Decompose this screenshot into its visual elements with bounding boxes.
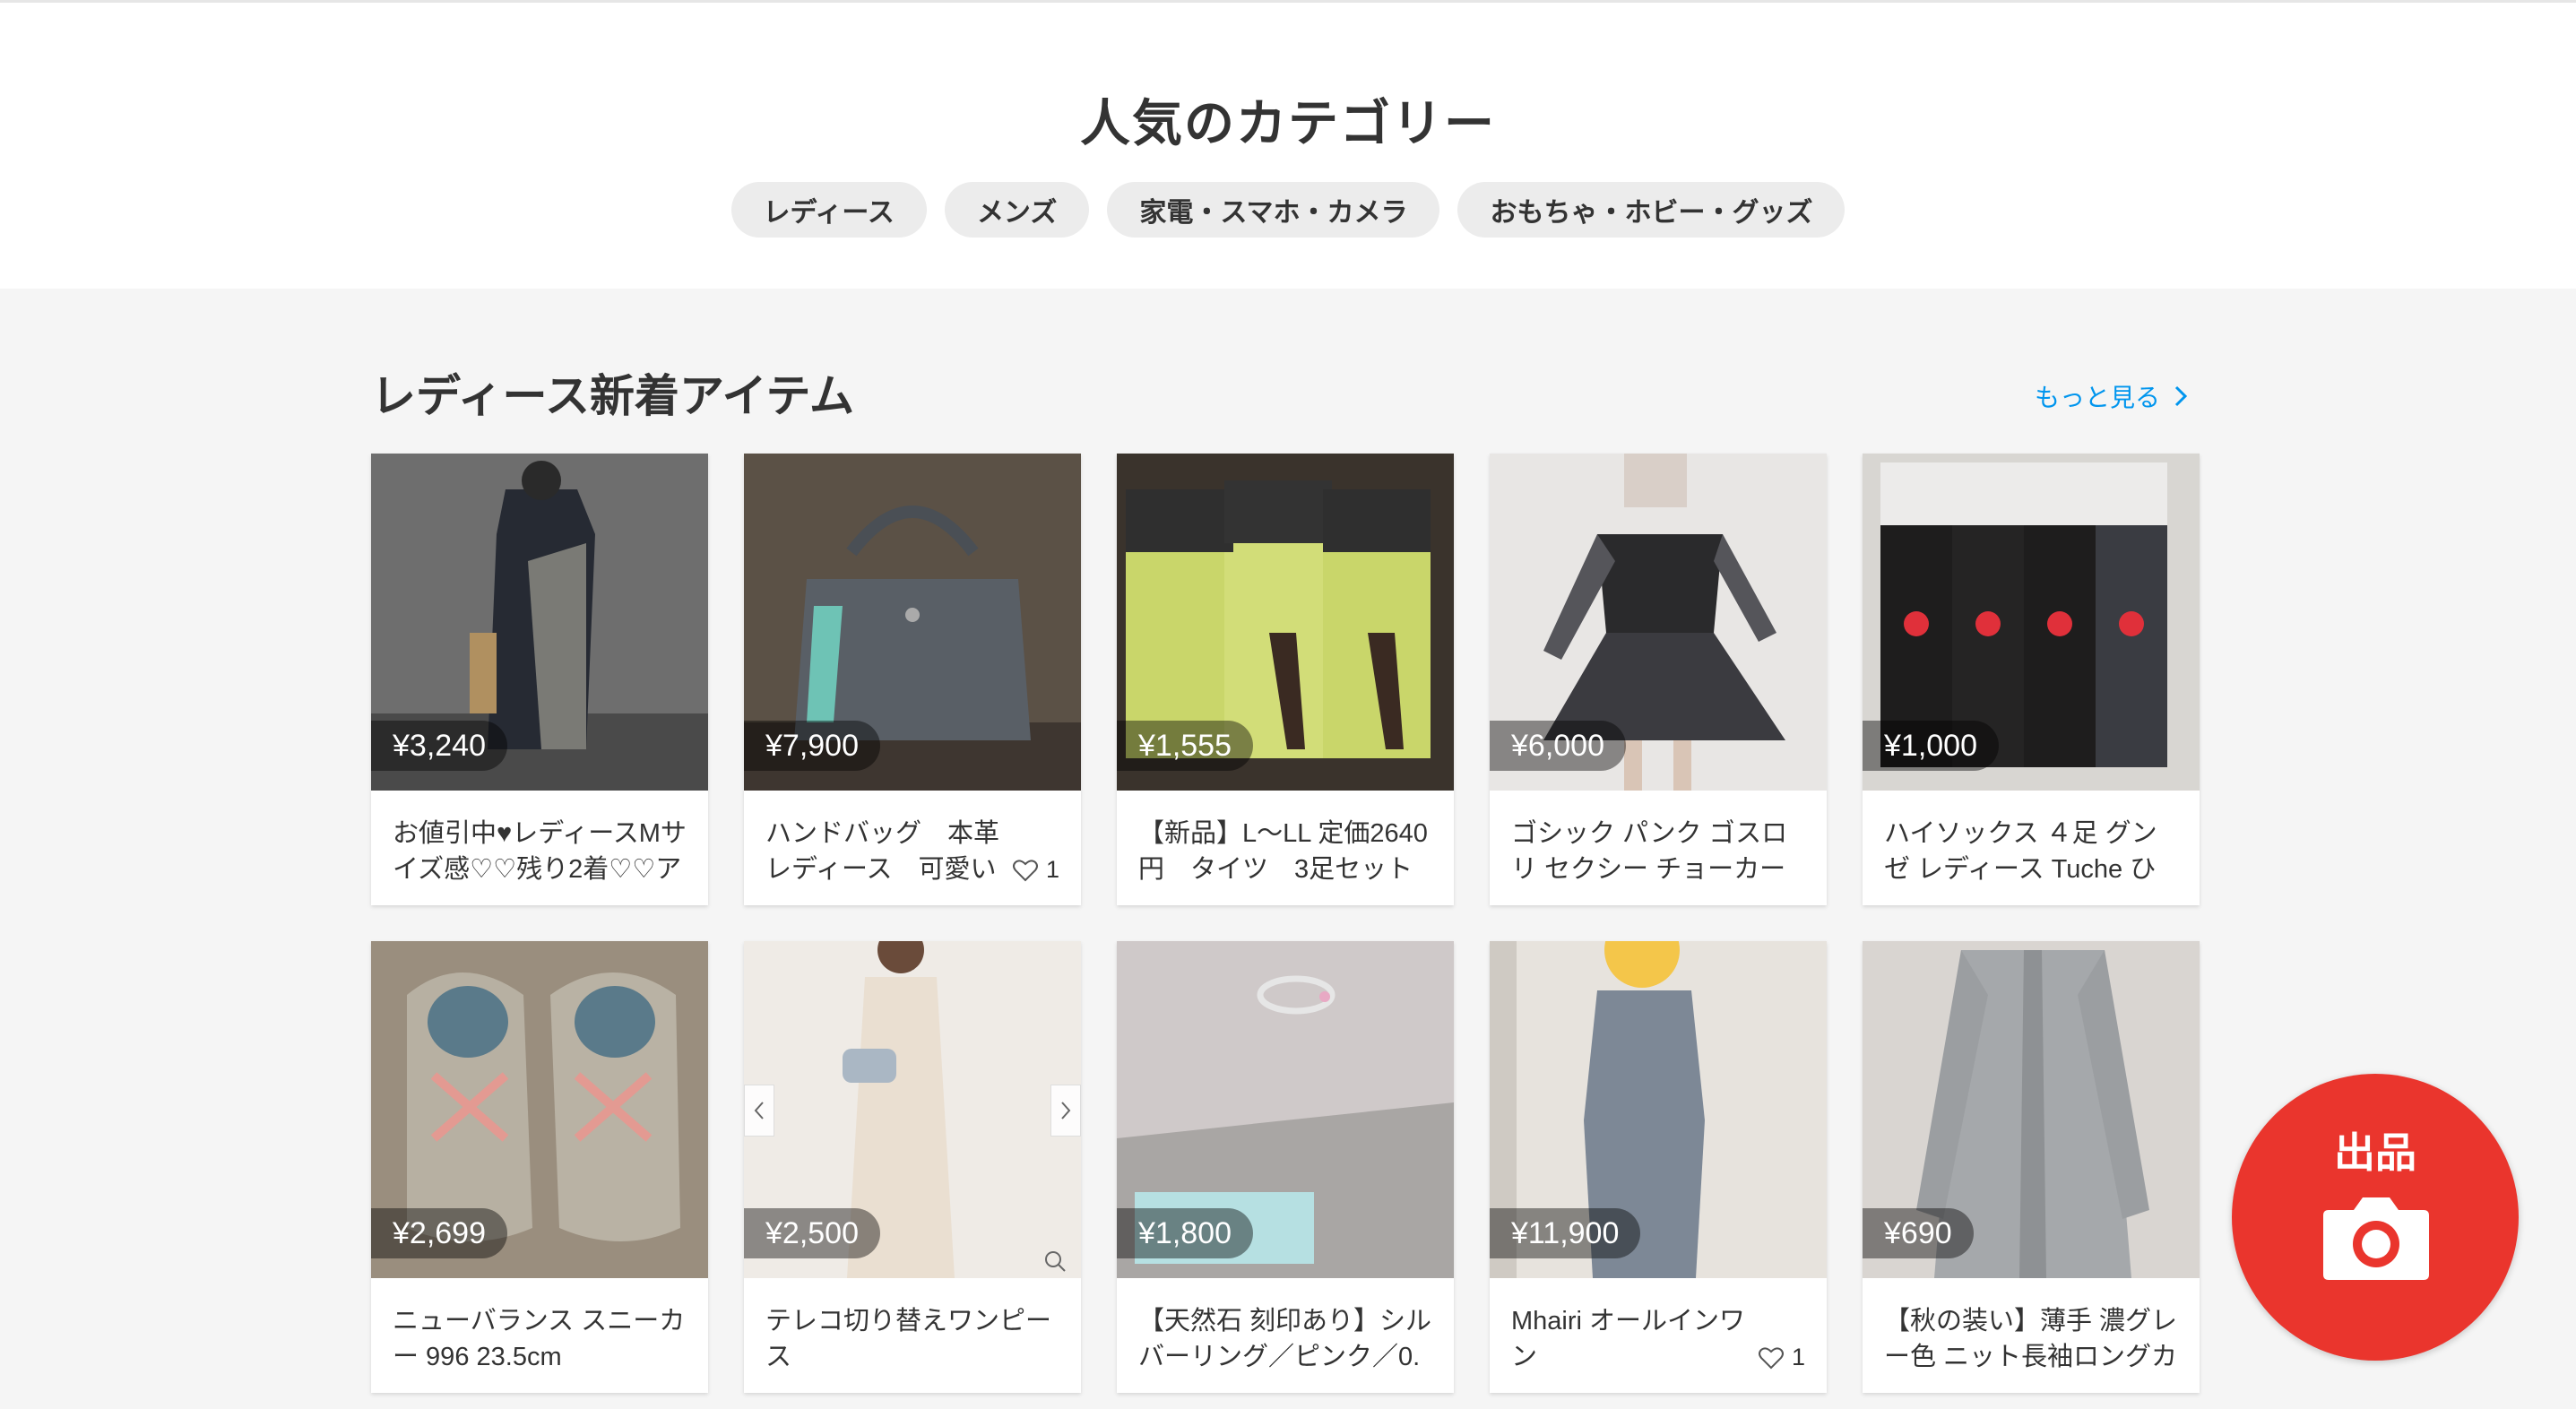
item-card[interactable]: ¥2,699 ニューバランス スニーカー 996 23.5cm [371, 941, 708, 1393]
category-chips: レディース メンズ 家電・スマホ・カメラ おもちゃ・ホビー・グッズ [0, 182, 2576, 238]
item-thumbnail: ¥6,000 [1490, 454, 1827, 791]
item-card[interactable]: ¥6,000 ゴシック パンク ゴスロリ セクシー チョーカー付き [1490, 454, 1827, 905]
category-title: 人気のカテゴリー [1080, 95, 1496, 151]
item-thumbnail: ¥2,699 [371, 941, 708, 1278]
zoom-icon[interactable] [1042, 1248, 1068, 1275]
item-name: テレコ切り替えワンピース [765, 1307, 1052, 1371]
item-name: 【秋の装い】薄手 濃グレー色 ニット長袖ロングカ [1884, 1307, 2178, 1371]
item-price: ¥6,000 [1490, 721, 1626, 771]
item-name: お値引中♥レディースMサイズ感♡♡残り2着♡♡ア [393, 819, 687, 884]
item-thumbnail: ¥690 [1863, 941, 2200, 1278]
like-count[interactable]: 1 [1006, 856, 1059, 884]
sell-button[interactable]: 出品 [2232, 1074, 2519, 1361]
item-card[interactable]: ¥2,500 テレコ切り替えワンピース [744, 941, 1081, 1393]
heart-icon [1758, 1346, 1784, 1369]
chevron-right-icon [2174, 385, 2188, 407]
chevron-left-icon [754, 1102, 764, 1119]
like-count[interactable]: 1 [1751, 1344, 1805, 1371]
prev-image-button[interactable] [744, 1085, 774, 1137]
item-thumbnail: ¥1,800 [1117, 941, 1454, 1278]
heart-icon [1012, 859, 1038, 881]
item-card[interactable]: ¥11,900 Mhairi オールインワン 1 [1490, 941, 1827, 1393]
item-name: 【天然石 刻印あり】シルバーリング／ピンク／0. [1138, 1307, 1432, 1371]
item-name: ハイソックス ４足 グンゼ レディース Tuche ひざ下 [1884, 819, 2157, 884]
item-thumbnail: ¥7,900 [744, 454, 1081, 791]
like-count-value: 1 [1791, 1344, 1805, 1370]
like-count-value: 1 [1045, 856, 1059, 883]
item-grid: ¥3,240 お値引中♥レディースMサイズ感♡♡残り2着♡♡ア ¥7,900 ハ… [371, 454, 2200, 1393]
item-thumbnail: ¥1,555 [1117, 454, 1454, 791]
item-thumbnail: ¥1,000 [1863, 454, 2200, 791]
sell-button-label: 出品 [2334, 1129, 2416, 1176]
item-price: ¥1,555 [1117, 721, 1253, 771]
more-link[interactable]: もっと見る [2035, 378, 2189, 414]
item-name: ハンドバッグ 本革 レディース 可愛い [765, 819, 1000, 884]
chip-electronics[interactable]: 家電・スマホ・カメラ [1107, 182, 1440, 238]
item-card[interactable]: ¥1,555 【新品】L〜LL 定価2640円 タイツ 3足セット [1117, 454, 1454, 905]
item-thumbnail: ¥3,240 [371, 454, 708, 791]
item-name: ニューバランス スニーカー 996 23.5cm [393, 1307, 686, 1371]
chip-ladies[interactable]: レディース [730, 182, 927, 238]
item-price: ¥690 [1863, 1208, 1974, 1258]
item-price: ¥7,900 [744, 721, 880, 771]
chip-mens[interactable]: メンズ [944, 182, 1090, 238]
more-link-label: もっと見る [2035, 384, 2161, 411]
chip-toys[interactable]: おもちゃ・ホビー・グッズ [1457, 182, 1846, 238]
item-card[interactable]: ¥7,900 ハンドバッグ 本革 レディース 可愛い 1 [744, 454, 1081, 905]
item-thumbnail: ¥11,900 [1490, 941, 1827, 1278]
item-card[interactable]: ¥1,800 【天然石 刻印あり】シルバーリング／ピンク／0. [1117, 941, 1454, 1393]
item-price: ¥2,500 [744, 1208, 880, 1258]
item-card[interactable]: ¥1,000 ハイソックス ４足 グンゼ レディース Tuche ひざ下 [1863, 454, 2200, 905]
camera-icon [2323, 1197, 2429, 1280]
item-price: ¥11,900 [1490, 1208, 1641, 1258]
category-header: 人気のカテゴリー レディース メンズ 家電・スマホ・カメラ おもちゃ・ホビー・グ… [0, 0, 2576, 289]
item-price: ¥1,000 [1863, 721, 1999, 771]
item-card[interactable]: ¥690 【秋の装い】薄手 濃グレー色 ニット長袖ロングカ [1863, 941, 2200, 1393]
item-price: ¥2,699 [371, 1208, 507, 1258]
next-image-button[interactable] [1050, 1085, 1081, 1137]
item-price: ¥3,240 [371, 721, 507, 771]
item-thumbnail: ¥2,500 [744, 941, 1081, 1278]
item-card[interactable]: ¥3,240 お値引中♥レディースMサイズ感♡♡残り2着♡♡ア [371, 454, 708, 905]
chevron-right-icon [1061, 1102, 1071, 1119]
item-name: 【新品】L〜LL 定価2640円 タイツ 3足セット [1138, 819, 1428, 884]
item-name: ゴシック パンク ゴスロリ セクシー チョーカー付き [1511, 819, 1788, 884]
item-price: ¥1,800 [1117, 1208, 1253, 1258]
section-title: レディース新着アイテム [371, 371, 854, 421]
item-name: Mhairi オールインワン [1511, 1307, 1746, 1371]
